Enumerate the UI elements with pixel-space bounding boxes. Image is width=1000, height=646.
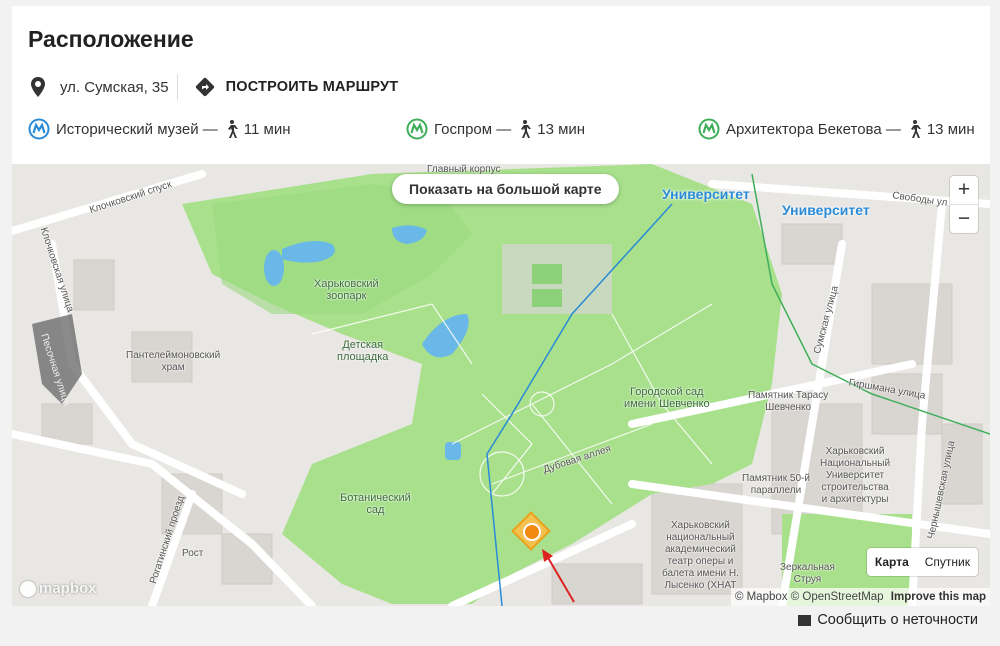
metro-station-name: Архитектора Бекетова — <box>726 120 901 138</box>
improve-map-link[interactable]: Improve this map <box>891 591 986 603</box>
report-inaccuracy-link[interactable]: Сообщить о неточности <box>798 612 978 628</box>
map-label-theatre: Харьковский национальный академический т… <box>662 520 739 591</box>
map-label-monument: Памятник Тарасу Шевченко <box>748 390 829 413</box>
walking-icon <box>227 120 238 138</box>
build-route-button[interactable]: ПОСТРОИТЬ МАРШРУТ <box>194 76 399 98</box>
section-title: Расположение <box>28 26 194 52</box>
mapbox-logo-icon <box>20 580 36 597</box>
location-card: Расположение ул. Сумская, 35 ПОСТРОИТЬ М… <box>12 6 990 164</box>
metro-item-2: Госпром — 13 мин <box>406 118 585 140</box>
map-view[interactable]: Главный корпус Клочковский спуск Клочков… <box>12 164 990 606</box>
metro-walk-time: 11 мин <box>243 120 291 138</box>
map-label-garden: Городской сад имени Шевченко <box>624 386 710 410</box>
map-attribution: © Mapbox © OpenStreetMap Improve this ma… <box>730 588 990 606</box>
map-label-parallel: Памятник 50-й параллели <box>742 473 810 496</box>
map-label-mirror: Зеркальная Струя <box>780 562 835 585</box>
directions-icon <box>195 77 214 97</box>
metro-item-1: Исторический музей — 11 мин <box>28 118 291 140</box>
mapbox-logo[interactable]: mapbox <box>20 580 97 597</box>
map-label-playground: Детская площадка <box>337 339 389 363</box>
address-text: ул. Сумская, 35 <box>60 78 169 96</box>
address-row: ул. Сумская, 35 ПОСТРОИТЬ МАРШРУТ <box>28 70 398 104</box>
metro-icon <box>698 118 720 140</box>
metro-item-3: Архитектора Бекетова — 13 мин <box>698 118 975 140</box>
build-route-label: ПОСТРОИТЬ МАРШРУТ <box>225 79 399 95</box>
comment-icon <box>798 614 812 626</box>
location-marker-dot <box>523 523 541 541</box>
metro-station-name: Госпром — <box>434 120 512 138</box>
map-metro-university-1: Университет <box>662 186 750 202</box>
map-label-university-building: Харьковский Национальный Университет стр… <box>820 446 891 505</box>
map-label-botanical: Ботанический сад <box>340 492 411 516</box>
metro-station-name: Исторический музей — <box>56 120 218 138</box>
metro-icon <box>28 118 50 140</box>
show-big-map-button[interactable]: Показать на большой карте <box>392 174 619 204</box>
walking-icon <box>910 120 921 138</box>
map-label-rost: Рост <box>182 548 204 559</box>
location-pin-icon <box>31 77 45 97</box>
zoom-out-button[interactable]: − <box>950 204 978 233</box>
map-label-church: Пантелеймоновский храм <box>126 350 221 373</box>
metro-icon <box>406 118 428 140</box>
divider <box>176 74 178 100</box>
map-metro-university-2: Университет <box>782 202 870 218</box>
metro-walk-time: 13 мин <box>537 120 586 138</box>
map-layer-switch: Карта Спутник <box>866 548 978 576</box>
zoom-controls: + − <box>950 176 978 233</box>
map-canvas <box>12 164 990 606</box>
metro-walk-time: 13 мин <box>926 120 975 138</box>
map-label-zoo: Харьковский зоопарк <box>314 278 379 302</box>
attribution-text[interactable]: © Mapbox © OpenStreetMap <box>735 591 884 603</box>
zoom-in-button[interactable]: + <box>950 176 978 204</box>
mapbox-logo-text: mapbox <box>39 580 97 597</box>
report-inaccuracy-label: Сообщить о неточности <box>817 612 978 628</box>
layer-map-button[interactable]: Карта <box>867 548 917 576</box>
walking-icon <box>521 120 532 138</box>
layer-satellite-button[interactable]: Спутник <box>917 548 978 576</box>
